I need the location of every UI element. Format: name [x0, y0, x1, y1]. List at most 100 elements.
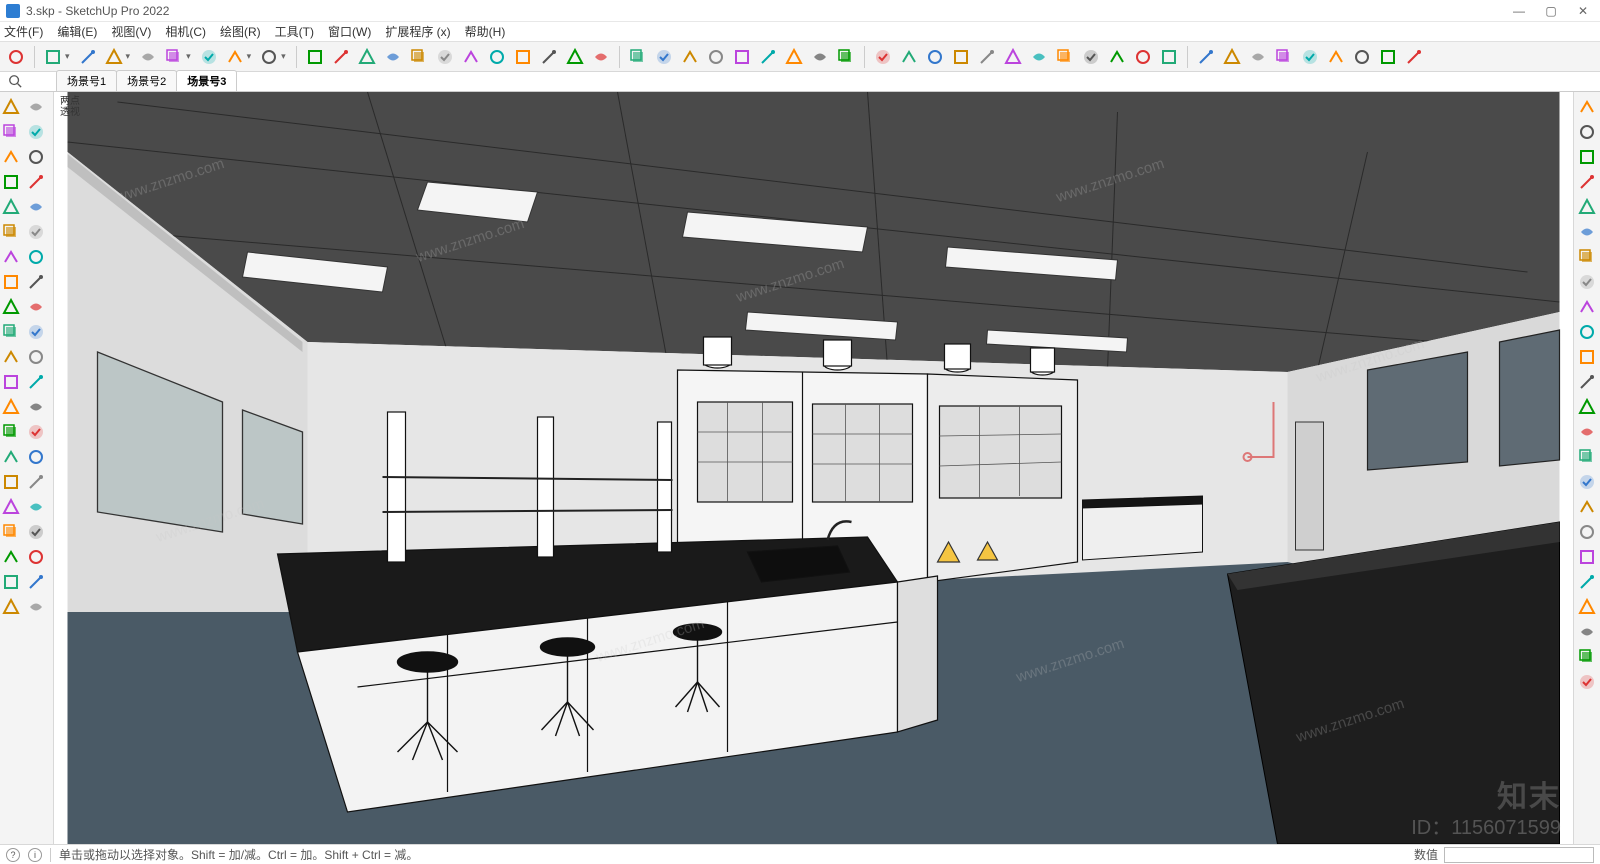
menu-edit[interactable]: 编辑(E) — [57, 23, 97, 40]
settings2-icon[interactable] — [25, 596, 47, 618]
rotrect-icon[interactable] — [0, 196, 22, 218]
scene-tab-1[interactable]: 场景号1 — [56, 70, 117, 91]
select-arrow-icon[interactable] — [43, 47, 63, 67]
chart-icon[interactable] — [1576, 646, 1598, 668]
tape-icon[interactable] — [435, 47, 455, 67]
window-icon[interactable] — [1378, 47, 1398, 67]
status-info-icon[interactable]: i — [28, 848, 42, 862]
grid3-icon[interactable] — [1576, 346, 1598, 368]
walk-icon[interactable] — [758, 47, 778, 67]
mail-icon[interactable] — [1133, 47, 1153, 67]
scale-icon[interactable] — [409, 47, 429, 67]
roof-icon[interactable] — [1326, 47, 1346, 67]
close-button[interactable]: ✕ — [1576, 4, 1590, 18]
scale-r-icon[interactable] — [1576, 471, 1598, 493]
cube-icon[interactable] — [1300, 47, 1320, 67]
status-help-icon[interactable]: ? — [6, 848, 20, 862]
zoomext2-icon[interactable] — [25, 471, 47, 493]
paint-r-icon[interactable] — [1576, 621, 1598, 643]
gear-r-icon[interactable] — [1576, 671, 1598, 693]
arc2-icon[interactable] — [25, 221, 47, 243]
component-icon[interactable] — [25, 121, 47, 143]
zoom-icon[interactable] — [680, 47, 700, 67]
position2-icon[interactable] — [0, 521, 22, 543]
add-icon[interactable] — [977, 47, 997, 67]
grid-icon[interactable] — [1576, 296, 1598, 318]
rect2-icon[interactable] — [25, 171, 47, 193]
move2-icon[interactable] — [25, 296, 47, 318]
bezier-icon[interactable] — [25, 246, 47, 268]
lasso-icon[interactable] — [25, 96, 47, 118]
eraser2-icon[interactable] — [0, 121, 22, 143]
dim2-icon[interactable] — [25, 371, 47, 393]
paint-icon[interactable] — [565, 47, 585, 67]
vray-icon[interactable] — [925, 47, 945, 67]
axes-icon[interactable] — [513, 47, 533, 67]
align-bot-icon[interactable] — [1576, 196, 1598, 218]
pan2-icon[interactable] — [0, 446, 22, 468]
viewport-3d[interactable]: 两点 透视 — [54, 92, 1573, 844]
sphere-icon[interactable] — [1248, 47, 1268, 67]
paint2-icon[interactable] — [25, 396, 47, 418]
maximize-button[interactable]: ▢ — [1544, 4, 1558, 18]
dimension-icon[interactable] — [539, 47, 559, 67]
menu-camera[interactable]: 相机(C) — [165, 23, 206, 40]
layers-icon[interactable] — [951, 47, 971, 67]
palette-icon[interactable] — [1029, 47, 1049, 67]
measure-icon[interactable] — [1576, 571, 1598, 593]
protractor-icon[interactable] — [461, 47, 481, 67]
eraser-icon[interactable] — [78, 47, 98, 67]
orbit-cam-icon[interactable] — [732, 47, 752, 67]
freehand-icon[interactable] — [138, 47, 158, 67]
zoom2-icon[interactable] — [25, 446, 47, 468]
text-icon[interactable] — [487, 47, 507, 67]
redo-icon[interactable] — [1576, 121, 1598, 143]
offset2-icon[interactable] — [25, 271, 47, 293]
extension-warehouse-icon[interactable] — [873, 47, 893, 67]
tape2-icon[interactable] — [0, 346, 22, 368]
red-frame-icon[interactable] — [1576, 396, 1598, 418]
array-icon[interactable] — [1576, 521, 1598, 543]
next-icon[interactable] — [25, 496, 47, 518]
zoomwin-icon[interactable] — [0, 471, 22, 493]
pencil-icon[interactable] — [104, 47, 124, 67]
text2-icon[interactable] — [25, 346, 47, 368]
rotate-r-icon[interactable] — [1576, 446, 1598, 468]
sun-icon[interactable] — [0, 596, 22, 618]
scene-search-icon[interactable] — [8, 74, 22, 91]
pie-icon[interactable] — [0, 221, 22, 243]
pan-icon[interactable] — [654, 47, 674, 67]
position-cam-icon[interactable] — [810, 47, 830, 67]
tree-icon[interactable] — [1003, 47, 1023, 67]
prev-icon[interactable] — [0, 496, 22, 518]
menu-view[interactable]: 视图(V) — [111, 23, 151, 40]
menu-file[interactable]: 文件(F) — [4, 23, 43, 40]
menu-window[interactable]: 窗口(W) — [328, 23, 371, 40]
arc3-icon[interactable] — [0, 246, 22, 268]
offset-icon[interactable] — [331, 47, 351, 67]
orbit2-icon[interactable] — [25, 421, 47, 443]
scene-tab-3[interactable]: 场景号3 — [176, 70, 237, 91]
circle-icon[interactable] — [225, 47, 245, 67]
user-icon[interactable] — [836, 47, 856, 67]
select-icon[interactable] — [0, 96, 22, 118]
rectangle-icon[interactable] — [164, 47, 184, 67]
outliner-icon[interactable] — [0, 571, 22, 593]
polygon-icon[interactable] — [259, 47, 279, 67]
house-icon[interactable] — [1274, 47, 1294, 67]
measurement-input[interactable] — [1444, 847, 1594, 863]
cylinder-icon[interactable] — [1222, 47, 1242, 67]
panel-icon[interactable] — [1404, 47, 1424, 67]
grid2-icon[interactable] — [1576, 321, 1598, 343]
cloud-icon[interactable] — [1081, 47, 1101, 67]
zoom-extents-icon[interactable] — [706, 47, 726, 67]
circle2-icon[interactable] — [25, 196, 47, 218]
minimize-button[interactable]: — — [1512, 4, 1526, 18]
rotate-icon[interactable] — [383, 47, 403, 67]
material-icon[interactable] — [0, 146, 22, 168]
info-icon[interactable] — [1159, 47, 1179, 67]
kg-icon[interactable] — [1576, 546, 1598, 568]
move-icon[interactable] — [357, 47, 377, 67]
section2-icon[interactable] — [25, 546, 47, 568]
walk2-icon[interactable] — [25, 521, 47, 543]
